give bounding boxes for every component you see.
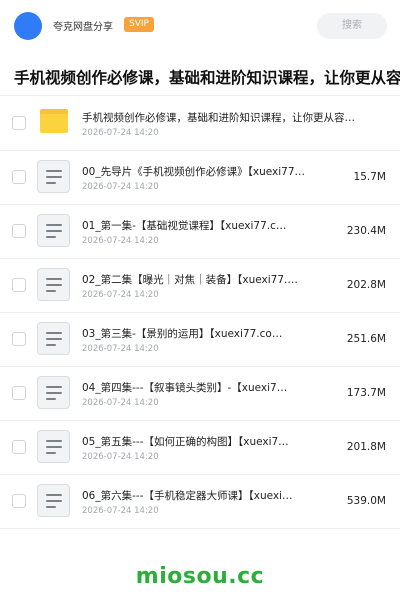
file-name: 01_第一集-【基础视觉课程】【xuexi77.c…	[82, 220, 287, 232]
row-checkbox[interactable]	[12, 494, 26, 508]
file-size: 539.0M	[346, 495, 386, 507]
file-row[interactable]: 01_第一集-【基础视觉课程】【xuexi77.c… 2026-07-24 14:…	[0, 205, 400, 259]
avatar[interactable]	[14, 12, 42, 40]
file-date: 2026-07-24 14:20	[82, 182, 159, 192]
document-icon	[37, 484, 70, 517]
file-name: 00_先导片《手机视频创作必修课》【xuexi77…	[82, 166, 305, 178]
file-date: 2026-07-24 14:20	[82, 344, 159, 354]
file-date: 2026-07-24 14:20	[82, 398, 159, 408]
document-icon	[37, 268, 70, 301]
file-date: 2026-07-24 14:20	[82, 128, 159, 138]
search-input[interactable]: 搜索	[317, 13, 387, 39]
file-date: 2026-07-24 14:20	[82, 290, 159, 300]
row-checkbox[interactable]	[12, 440, 26, 454]
file-date: 2026-07-24 14:20	[82, 506, 159, 516]
file-date: 2026-07-24 14:20	[82, 452, 159, 462]
file-size: 15.7M	[353, 171, 386, 183]
file-row[interactable]: 00_先导片《手机视频创作必修课》【xuexi77… 2026-07-24 14:…	[0, 151, 400, 205]
row-checkbox[interactable]	[12, 224, 26, 238]
title-bar: 手机视频创作必修课，基础和进阶知识课程，让你更从容自	[0, 56, 400, 96]
row-checkbox[interactable]	[12, 278, 26, 292]
file-row[interactable]: 05_第五集---【如何正确的构图】【xuexi7… 2026-07-24 14:…	[0, 421, 400, 475]
document-icon	[37, 376, 70, 409]
file-size: 173.7M	[346, 387, 386, 399]
row-checkbox[interactable]	[12, 170, 26, 184]
file-date: 2026-07-24 14:20	[82, 236, 159, 246]
document-icon	[37, 430, 70, 463]
file-size: 201.8M	[346, 441, 386, 453]
document-icon	[37, 160, 70, 193]
document-icon	[37, 214, 70, 247]
file-row[interactable]: 03_第三集-【景别的运用】【xuexi77.co… 2026-07-24 14:…	[0, 313, 400, 367]
file-name: 05_第五集---【如何正确的构图】【xuexi7…	[82, 436, 289, 448]
folder-icon	[40, 109, 68, 133]
file-name: 03_第三集-【景别的运用】【xuexi77.co…	[82, 328, 283, 340]
file-row[interactable]: 06_第六集---【手机稳定器大师课】【xuexi… 2026-07-24 14:…	[0, 475, 400, 529]
file-name: 手机视频创作必修课，基础和进阶知识课程，让你更从容…	[82, 112, 355, 124]
file-size: 251.6M	[346, 333, 386, 345]
page-title: 手机视频创作必修课，基础和进阶知识课程，让你更从容自	[14, 69, 400, 87]
row-checkbox[interactable]	[12, 332, 26, 346]
watermark: miosou.cc	[135, 564, 265, 589]
document-icon	[37, 322, 70, 355]
file-list: 手机视频创作必修课，基础和进阶知识课程，让你更从容… 2026-07-24 14:…	[0, 97, 400, 529]
folder-row[interactable]: 手机视频创作必修课，基础和进阶知识课程，让你更从容… 2026-07-24 14:…	[0, 97, 400, 151]
file-row[interactable]: 02_第二集【曝光｜对焦｜装备】【xuexi77.… 2026-07-24 14:…	[0, 259, 400, 313]
header: 夸克网盘分享 SVIP 搜索	[0, 0, 400, 52]
file-name: 04_第四集---【叙事镜头类别】-【xuexi7…	[82, 382, 288, 394]
file-size: 202.8M	[346, 279, 386, 291]
file-name: 02_第二集【曝光｜对焦｜装备】【xuexi77.…	[82, 274, 298, 286]
row-checkbox[interactable]	[12, 116, 26, 130]
row-checkbox[interactable]	[12, 386, 26, 400]
file-name: 06_第六集---【手机稳定器大师课】【xuexi…	[82, 490, 293, 502]
share-name: 夸克网盘分享	[53, 22, 113, 33]
file-row[interactable]: 04_第四集---【叙事镜头类别】-【xuexi7… 2026-07-24 14:…	[0, 367, 400, 421]
file-size: 230.4M	[346, 225, 386, 237]
svip-badge: SVIP	[124, 17, 154, 32]
